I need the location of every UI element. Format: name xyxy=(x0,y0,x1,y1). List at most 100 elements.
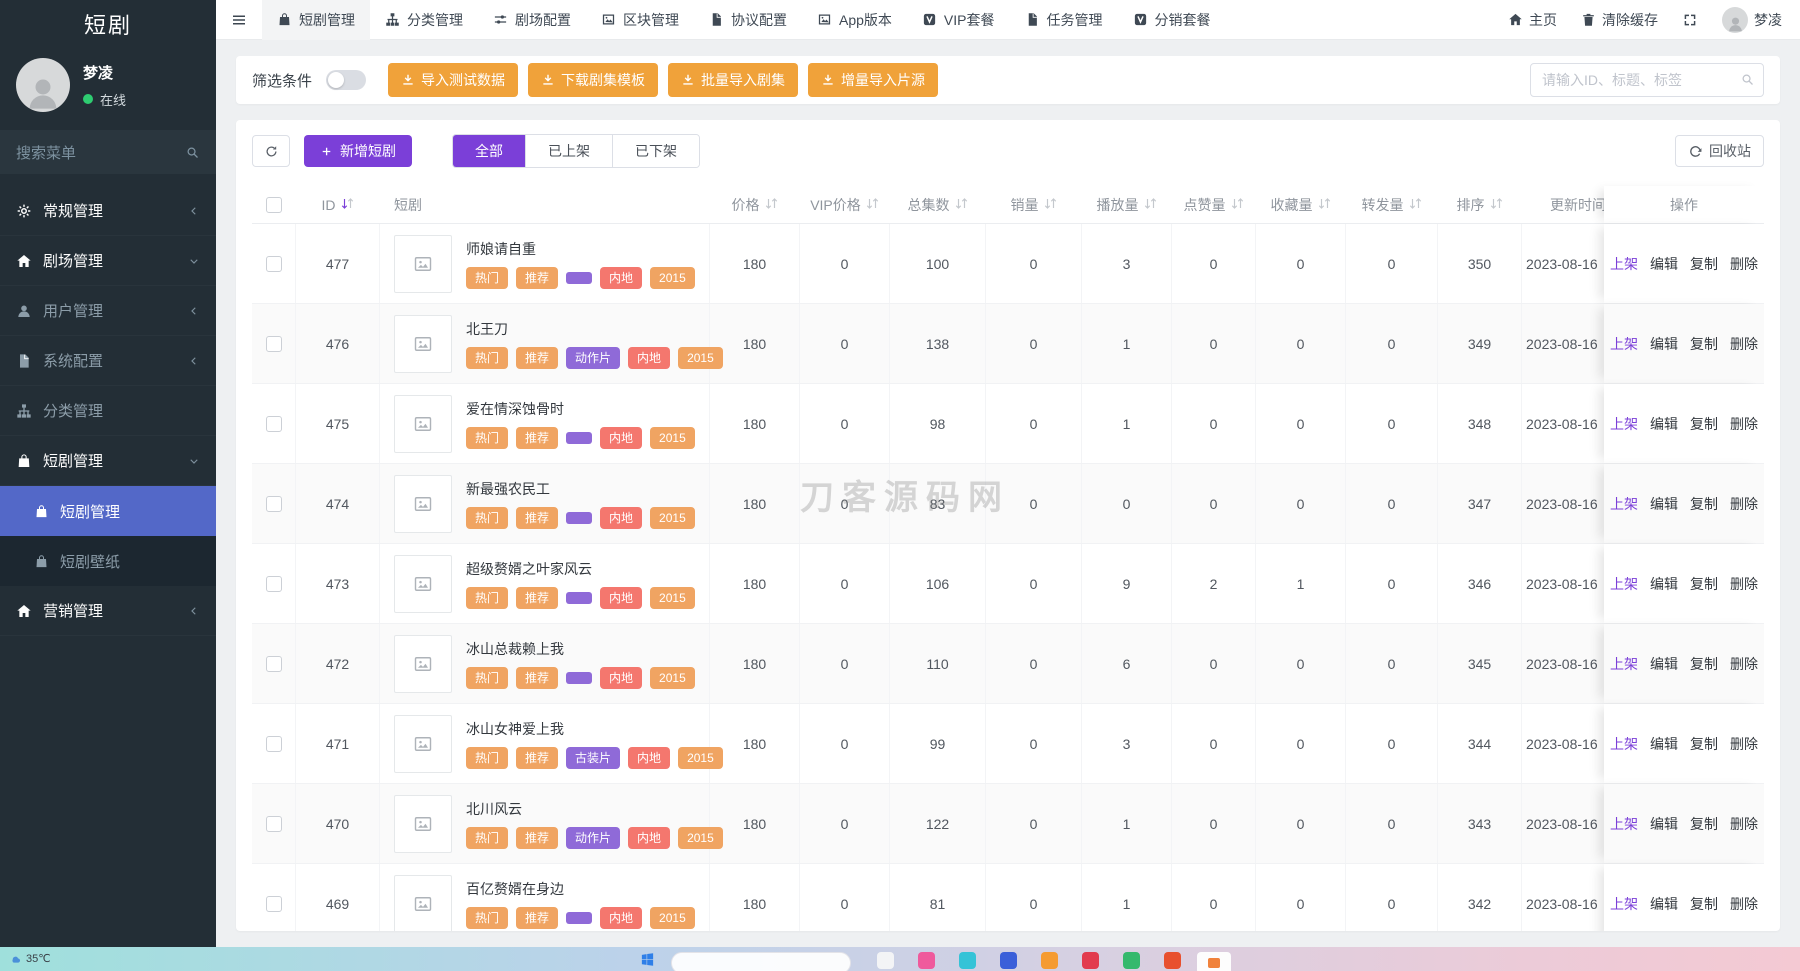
fullscreen-icon[interactable] xyxy=(1682,12,1698,28)
row-checkbox[interactable] xyxy=(266,816,282,832)
nav-tab-分类管理[interactable]: 分类管理 xyxy=(370,0,478,40)
action-publish-link[interactable]: 上架 xyxy=(1610,494,1638,514)
status-tab-已上架[interactable]: 已上架 xyxy=(525,135,612,167)
action-edit-link[interactable]: 编辑 xyxy=(1650,254,1678,274)
action-edit-link[interactable]: 编辑 xyxy=(1650,574,1678,594)
clear-cache-button[interactable]: 清除缓存 xyxy=(1581,10,1658,30)
action-copy-link[interactable]: 复制 xyxy=(1690,654,1718,674)
action-copy-link[interactable]: 复制 xyxy=(1690,894,1718,914)
action-copy-link[interactable]: 复制 xyxy=(1690,494,1718,514)
action-delete-link[interactable]: 删除 xyxy=(1730,574,1758,594)
status-tab-已下架[interactable]: 已下架 xyxy=(612,135,699,167)
sidebar-item-marketing[interactable]: 营销管理 xyxy=(0,586,216,636)
refresh-button[interactable] xyxy=(252,135,290,167)
action-publish-link[interactable]: 上架 xyxy=(1610,254,1638,274)
import-button[interactable]: 增量导入片源 xyxy=(808,63,938,97)
action-delete-link[interactable]: 删除 xyxy=(1730,654,1758,674)
action-publish-link[interactable]: 上架 xyxy=(1610,894,1638,914)
action-publish-link[interactable]: 上架 xyxy=(1610,574,1638,594)
filter-toggle[interactable] xyxy=(326,70,366,90)
sidebar-subitem-drama-wallpaper[interactable]: 短剧壁纸 xyxy=(0,536,216,586)
taskbar-app-icon[interactable] xyxy=(918,952,935,969)
sidebar-item-theater[interactable]: 剧场管理 xyxy=(0,236,216,286)
row-checkbox[interactable] xyxy=(266,336,282,352)
action-copy-link[interactable]: 复制 xyxy=(1690,414,1718,434)
action-edit-link[interactable]: 编辑 xyxy=(1650,334,1678,354)
taskbar-app-icon[interactable] xyxy=(959,952,976,969)
column-header-sort[interactable]: 排序 xyxy=(1438,186,1522,223)
import-button[interactable]: 下载剧集模板 xyxy=(528,63,658,97)
nav-tab-剧场配置[interactable]: 剧场配置 xyxy=(478,0,586,40)
nav-tab-协议配置[interactable]: 协议配置 xyxy=(694,0,802,40)
row-checkbox[interactable] xyxy=(266,896,282,912)
column-header-favorites[interactable]: 收藏量 xyxy=(1256,186,1346,223)
column-header-vip_price[interactable]: VIP价格 xyxy=(800,186,890,223)
sidebar-search-input[interactable]: 搜索菜单 xyxy=(0,130,216,174)
user-menu[interactable]: 梦凌 xyxy=(1722,7,1782,33)
taskbar-app-icon[interactable] xyxy=(1041,952,1058,969)
action-edit-link[interactable]: 编辑 xyxy=(1650,494,1678,514)
action-edit-link[interactable]: 编辑 xyxy=(1650,414,1678,434)
taskbar-app-icon[interactable] xyxy=(1164,952,1181,969)
action-publish-link[interactable]: 上架 xyxy=(1610,814,1638,834)
column-header-id[interactable]: ID xyxy=(296,186,380,223)
column-header-shares[interactable]: 转发量 xyxy=(1346,186,1438,223)
action-copy-link[interactable]: 复制 xyxy=(1690,814,1718,834)
taskbar-active-app[interactable] xyxy=(1197,952,1231,971)
action-delete-link[interactable]: 删除 xyxy=(1730,814,1758,834)
taskbar-app-icon[interactable] xyxy=(1123,952,1140,969)
action-publish-link[interactable]: 上架 xyxy=(1610,414,1638,434)
row-checkbox[interactable] xyxy=(266,736,282,752)
status-tab-全部[interactable]: 全部 xyxy=(453,135,525,167)
nav-tab-App版本[interactable]: App版本 xyxy=(802,0,907,40)
column-header-price[interactable]: 价格 xyxy=(710,186,800,223)
row-checkbox[interactable] xyxy=(266,496,282,512)
sidebar-item-drama[interactable]: 短剧管理 xyxy=(0,436,216,486)
taskbar-app-icon[interactable] xyxy=(1000,952,1017,969)
taskbar-app-icon[interactable] xyxy=(877,952,894,969)
add-drama-button[interactable]: 新增短剧 xyxy=(304,135,412,167)
column-header-sales[interactable]: 销量 xyxy=(986,186,1082,223)
home-button[interactable]: 主页 xyxy=(1508,10,1557,30)
header-checkbox[interactable] xyxy=(266,197,282,213)
action-publish-link[interactable]: 上架 xyxy=(1610,734,1638,754)
action-edit-link[interactable]: 编辑 xyxy=(1650,654,1678,674)
nav-tab-分销套餐[interactable]: 分销套餐 xyxy=(1118,0,1226,40)
action-delete-link[interactable]: 删除 xyxy=(1730,254,1758,274)
action-edit-link[interactable]: 编辑 xyxy=(1650,734,1678,754)
action-copy-link[interactable]: 复制 xyxy=(1690,254,1718,274)
taskbar-app-icon[interactable] xyxy=(1082,952,1099,969)
sidebar-subitem-drama-list[interactable]: 短剧管理 xyxy=(0,486,216,536)
action-publish-link[interactable]: 上架 xyxy=(1610,654,1638,674)
nav-tab-任务管理[interactable]: 任务管理 xyxy=(1010,0,1118,40)
row-checkbox[interactable] xyxy=(266,256,282,272)
column-header-likes[interactable]: 点赞量 xyxy=(1172,186,1256,223)
windows-start-icon[interactable] xyxy=(640,952,655,967)
action-delete-link[interactable]: 删除 xyxy=(1730,494,1758,514)
action-copy-link[interactable]: 复制 xyxy=(1690,574,1718,594)
taskbar-weather[interactable]: 35℃ xyxy=(10,952,51,965)
action-copy-link[interactable]: 复制 xyxy=(1690,334,1718,354)
action-delete-link[interactable]: 删除 xyxy=(1730,334,1758,354)
row-checkbox[interactable] xyxy=(266,656,282,672)
search-input[interactable] xyxy=(1530,63,1764,97)
nav-tab-短剧管理[interactable]: 短剧管理 xyxy=(262,0,370,40)
action-delete-link[interactable]: 删除 xyxy=(1730,894,1758,914)
action-publish-link[interactable]: 上架 xyxy=(1610,334,1638,354)
sidebar-item-user[interactable]: 用户管理 xyxy=(0,286,216,336)
action-edit-link[interactable]: 编辑 xyxy=(1650,894,1678,914)
action-edit-link[interactable]: 编辑 xyxy=(1650,814,1678,834)
row-checkbox[interactable] xyxy=(266,576,282,592)
column-header-episodes[interactable]: 总集数 xyxy=(890,186,986,223)
taskbar-search-input[interactable] xyxy=(671,952,851,971)
action-copy-link[interactable]: 复制 xyxy=(1690,734,1718,754)
sidebar-item-general[interactable]: 常规管理 xyxy=(0,186,216,236)
import-button[interactable]: 批量导入剧集 xyxy=(668,63,798,97)
column-header-plays[interactable]: 播放量 xyxy=(1082,186,1172,223)
nav-tab-区块管理[interactable]: 区块管理 xyxy=(586,0,694,40)
nav-tab-VIP套餐[interactable]: VIP套餐 xyxy=(907,0,1010,40)
action-delete-link[interactable]: 删除 xyxy=(1730,414,1758,434)
row-checkbox[interactable] xyxy=(266,416,282,432)
sidebar-item-system[interactable]: 系统配置 xyxy=(0,336,216,386)
hamburger-icon[interactable] xyxy=(216,0,262,40)
